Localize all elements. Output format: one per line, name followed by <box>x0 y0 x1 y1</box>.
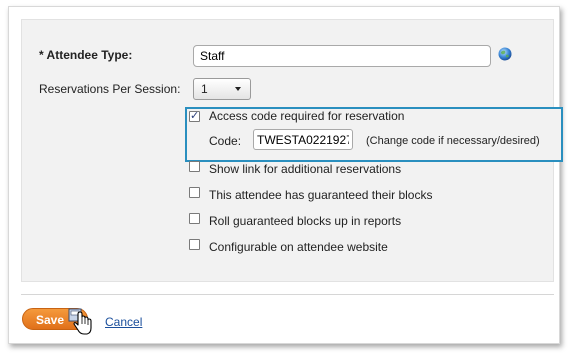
cancel-link[interactable]: Cancel <box>105 315 142 329</box>
divider <box>21 294 554 295</box>
save-button-label: Save <box>36 313 65 327</box>
attendee-type-input[interactable] <box>193 45 491 67</box>
configurable-website-checkbox[interactable] <box>189 239 200 250</box>
access-code-checkbox-label: Access code required for reservation <box>209 109 405 123</box>
roll-blocks-checkbox[interactable] <box>189 213 200 224</box>
access-code-input[interactable] <box>253 129 353 150</box>
reservations-per-session-label: Reservations Per Session: <box>39 82 181 96</box>
globe-icon[interactable] <box>498 47 512 61</box>
chevron-down-icon <box>235 87 241 91</box>
form-panel: * Attendee Type: Reservations Per Sessio… <box>21 19 563 282</box>
show-link-checkbox[interactable] <box>189 161 200 172</box>
code-label: Code: <box>209 134 242 148</box>
reservations-select-value: 1 <box>201 82 208 96</box>
code-hint-text: (Change code if necessary/desired) <box>366 135 540 147</box>
hand-cursor-icon <box>67 306 93 336</box>
attendee-type-label: * Attendee Type: <box>39 48 133 62</box>
guaranteed-blocks-label: This attendee has guaranteed their block… <box>209 188 433 202</box>
configurable-website-label: Configurable on attendee website <box>209 240 388 254</box>
guaranteed-blocks-checkbox[interactable] <box>189 187 200 198</box>
dialog-frame: * Attendee Type: Reservations Per Sessio… <box>8 6 563 344</box>
reservations-per-session-select[interactable]: 1 <box>193 78 251 100</box>
show-link-label: Show link for additional reservations <box>209 162 402 176</box>
access-code-checkbox[interactable] <box>189 109 200 122</box>
roll-blocks-label: Roll guaranteed blocks up in reports <box>209 214 402 228</box>
